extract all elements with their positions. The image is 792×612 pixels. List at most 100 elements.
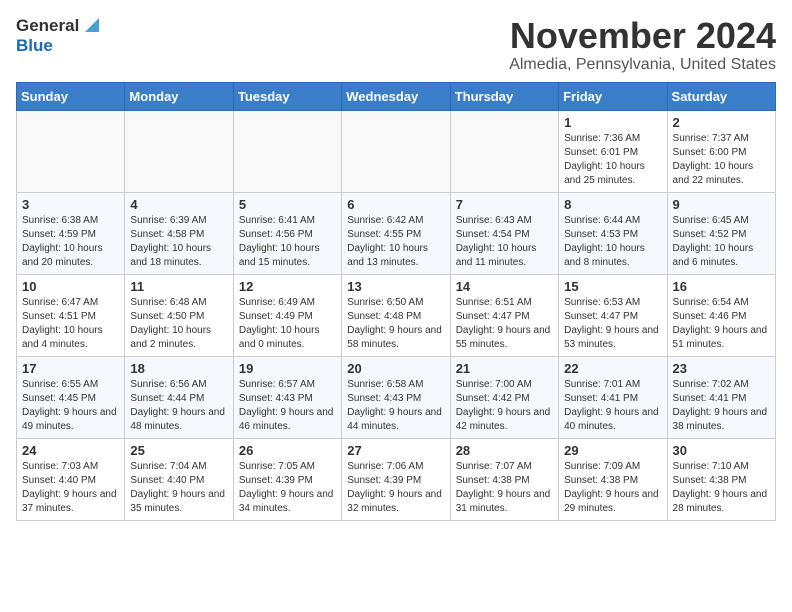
weekday-header-monday: Monday [125,82,233,110]
calendar-cell: 11Sunrise: 6:48 AM Sunset: 4:50 PM Dayli… [125,274,233,356]
day-number: 9 [673,197,770,212]
calendar-cell: 21 Sunrise: 7:00 AM Sunset: 4:42 PM Dayli… [450,356,558,438]
weekday-header-tuesday: Tuesday [233,82,341,110]
calendar-week-row: 10 Sunrise: 6:47 AM Sunset: 4:51 PM Dayli… [17,274,776,356]
day-number: 28 [456,443,553,458]
day-number: 19 [239,361,336,376]
day-info: Sunrise: 6:49 AM Sunset: 4:49 PM Dayligh… [239,296,336,352]
day-number: 23 [673,361,770,376]
calendar-cell [450,110,558,192]
day-number: 22 [564,361,661,376]
calendar-table: SundayMondayTuesdayWednesdayThursdayFrid… [16,82,776,521]
day-number: 16 [673,279,770,294]
day-info: Sunrise: 6:45 AM Sunset: 4:52 PM Dayligh… [673,214,770,270]
day-number: 10 [22,279,119,294]
day-number: 29 [564,443,661,458]
day-info: Sunrise: 7:37 AM Sunset: 6:00 PM Dayligh… [673,132,770,188]
calendar-cell: 16 Sunrise: 6:54 AM Sunset: 4:46 PM Dayli… [667,274,775,356]
day-info: Sunrise: 7:09 AM Sunset: 4:38 PM Dayligh… [564,460,661,516]
day-info: Sunrise: 7:10 AM Sunset: 4:38 PM Dayligh… [673,460,770,516]
day-number: 25 [130,443,227,458]
page-header: General Blue November 2024 Almedia, Penn… [16,16,776,74]
day-info: Sunrise: 6:56 AM Sunset: 4:44 PM Dayligh… [130,378,227,434]
calendar-cell: 17Sunrise: 6:55 AM Sunset: 4:45 PM Dayli… [17,356,125,438]
day-number: 8 [564,197,661,212]
day-number: 3 [22,197,119,212]
calendar-week-row: 3Sunrise: 6:38 AM Sunset: 4:59 PM Daylig… [17,192,776,274]
calendar-cell: 18 Sunrise: 6:56 AM Sunset: 4:44 PM Dayli… [125,356,233,438]
day-info: Sunrise: 6:58 AM Sunset: 4:43 PM Dayligh… [347,378,444,434]
day-info: Sunrise: 7:00 AM Sunset: 4:42 PM Dayligh… [456,378,553,434]
day-number: 30 [673,443,770,458]
calendar-cell: 28 Sunrise: 7:07 AM Sunset: 4:38 PM Dayli… [450,438,558,520]
calendar-cell: 13Sunrise: 6:50 AM Sunset: 4:48 PM Dayli… [342,274,450,356]
day-number: 24 [22,443,119,458]
calendar-cell: 30 Sunrise: 7:10 AM Sunset: 4:38 PM Dayli… [667,438,775,520]
day-info: Sunrise: 6:47 AM Sunset: 4:51 PM Dayligh… [22,296,119,352]
calendar-cell: 10 Sunrise: 6:47 AM Sunset: 4:51 PM Dayli… [17,274,125,356]
calendar-week-row: 1 Sunrise: 7:36 AM Sunset: 6:01 PM Daylig… [17,110,776,192]
day-info: Sunrise: 7:07 AM Sunset: 4:38 PM Dayligh… [456,460,553,516]
day-info: Sunrise: 6:54 AM Sunset: 4:46 PM Dayligh… [673,296,770,352]
calendar-cell: 14 Sunrise: 6:51 AM Sunset: 4:47 PM Dayli… [450,274,558,356]
day-info: Sunrise: 6:53 AM Sunset: 4:47 PM Dayligh… [564,296,661,352]
day-info: Sunrise: 7:03 AM Sunset: 4:40 PM Dayligh… [22,460,119,516]
day-info: Sunrise: 6:41 AM Sunset: 4:56 PM Dayligh… [239,214,336,270]
calendar-cell: 19 Sunrise: 6:57 AM Sunset: 4:43 PM Dayli… [233,356,341,438]
day-info: Sunrise: 7:36 AM Sunset: 6:01 PM Dayligh… [564,132,661,188]
month-title: November 2024 [509,16,776,56]
day-number: 12 [239,279,336,294]
weekday-header-wednesday: Wednesday [342,82,450,110]
day-number: 5 [239,197,336,212]
calendar-cell: 1 Sunrise: 7:36 AM Sunset: 6:01 PM Daylig… [559,110,667,192]
calendar-cell: 5 Sunrise: 6:41 AM Sunset: 4:56 PM Daylig… [233,192,341,274]
weekday-header-friday: Friday [559,82,667,110]
day-info: Sunrise: 7:01 AM Sunset: 4:41 PM Dayligh… [564,378,661,434]
calendar-cell: 20Sunrise: 6:58 AM Sunset: 4:43 PM Dayli… [342,356,450,438]
day-info: Sunrise: 7:04 AM Sunset: 4:40 PM Dayligh… [130,460,227,516]
weekday-header-sunday: Sunday [17,82,125,110]
calendar-cell: 9 Sunrise: 6:45 AM Sunset: 4:52 PM Daylig… [667,192,775,274]
logo-general-text: General [16,16,79,36]
calendar-week-row: 17Sunrise: 6:55 AM Sunset: 4:45 PM Dayli… [17,356,776,438]
calendar-cell [233,110,341,192]
day-number: 26 [239,443,336,458]
calendar-cell: 6 Sunrise: 6:42 AM Sunset: 4:55 PM Daylig… [342,192,450,274]
day-number: 2 [673,115,770,130]
weekday-header-thursday: Thursday [450,82,558,110]
day-number: 6 [347,197,444,212]
day-number: 15 [564,279,661,294]
calendar-cell [17,110,125,192]
calendar-cell: 29 Sunrise: 7:09 AM Sunset: 4:38 PM Dayli… [559,438,667,520]
day-info: Sunrise: 7:05 AM Sunset: 4:39 PM Dayligh… [239,460,336,516]
title-block: November 2024 Almedia, Pennsylvania, Uni… [509,16,776,74]
logo-blue-text: Blue [16,36,53,56]
day-number: 21 [456,361,553,376]
calendar-cell: 2 Sunrise: 7:37 AM Sunset: 6:00 PM Daylig… [667,110,775,192]
day-number: 17 [22,361,119,376]
calendar-cell [342,110,450,192]
day-info: Sunrise: 7:06 AM Sunset: 4:39 PM Dayligh… [347,460,444,516]
day-number: 18 [130,361,227,376]
calendar-header-row: SundayMondayTuesdayWednesdayThursdayFrid… [17,82,776,110]
day-info: Sunrise: 6:57 AM Sunset: 4:43 PM Dayligh… [239,378,336,434]
calendar-cell: 15 Sunrise: 6:53 AM Sunset: 4:47 PM Dayli… [559,274,667,356]
day-number: 1 [564,115,661,130]
calendar-cell: 25 Sunrise: 7:04 AM Sunset: 4:40 PM Dayli… [125,438,233,520]
day-info: Sunrise: 6:42 AM Sunset: 4:55 PM Dayligh… [347,214,444,270]
day-number: 11 [130,279,227,294]
weekday-header-saturday: Saturday [667,82,775,110]
day-info: Sunrise: 6:44 AM Sunset: 4:53 PM Dayligh… [564,214,661,270]
logo: General Blue [16,16,99,56]
calendar-cell: 4Sunrise: 6:39 AM Sunset: 4:58 PM Daylig… [125,192,233,274]
day-number: 14 [456,279,553,294]
day-number: 13 [347,279,444,294]
day-info: Sunrise: 6:39 AM Sunset: 4:58 PM Dayligh… [130,214,227,270]
calendar-cell: 26 Sunrise: 7:05 AM Sunset: 4:39 PM Dayli… [233,438,341,520]
calendar-cell: 12 Sunrise: 6:49 AM Sunset: 4:49 PM Dayli… [233,274,341,356]
day-info: Sunrise: 6:51 AM Sunset: 4:47 PM Dayligh… [456,296,553,352]
location-subtitle: Almedia, Pennsylvania, United States [509,56,776,74]
calendar-cell: 22 Sunrise: 7:01 AM Sunset: 4:41 PM Dayli… [559,356,667,438]
day-info: Sunrise: 6:43 AM Sunset: 4:54 PM Dayligh… [456,214,553,270]
calendar-cell: 3Sunrise: 6:38 AM Sunset: 4:59 PM Daylig… [17,192,125,274]
